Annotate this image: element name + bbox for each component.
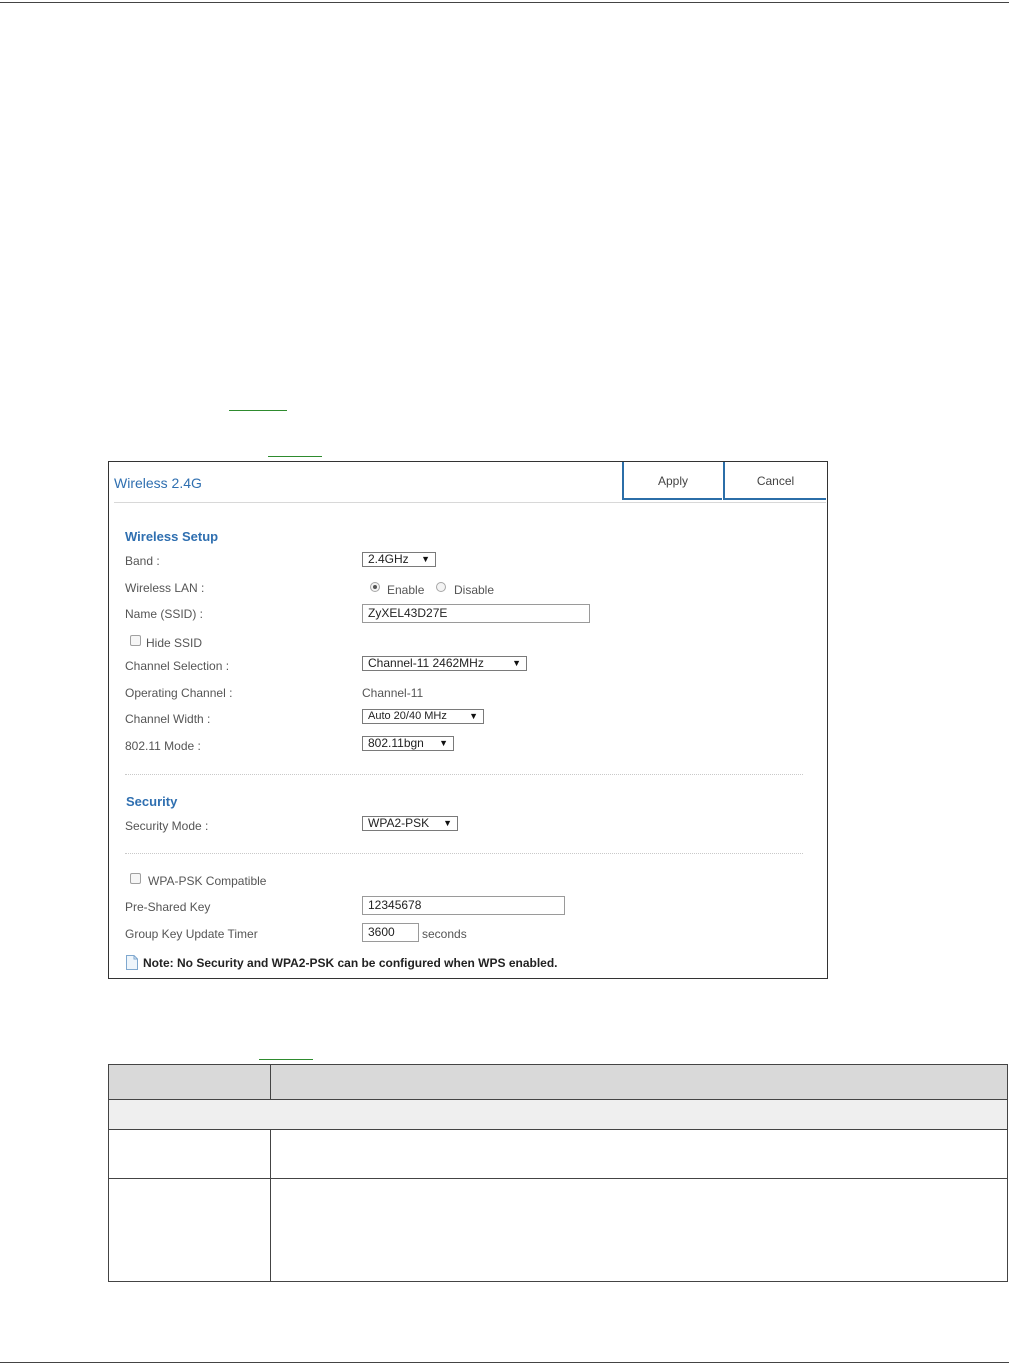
security-heading: Security bbox=[126, 794, 178, 809]
mode-select[interactable]: 802.11bgn ▼ bbox=[362, 736, 454, 751]
table-cell bbox=[108, 1129, 271, 1179]
panel-title: Wireless 2.4G bbox=[114, 475, 202, 491]
mode-label: 802.11 Mode : bbox=[125, 739, 201, 753]
hide-ssid-label: Hide SSID bbox=[146, 636, 203, 650]
band-label: Band : bbox=[125, 554, 160, 568]
channel-width-value: Auto 20/40 MHz bbox=[368, 710, 447, 722]
section-cell bbox=[108, 1099, 1008, 1130]
security-mode-label: Security Mode : bbox=[125, 819, 209, 833]
field-description-table bbox=[108, 1064, 1008, 1282]
table-cell bbox=[108, 1178, 271, 1282]
table-row bbox=[108, 1178, 1008, 1282]
table-header-row bbox=[108, 1064, 1008, 1100]
enable-radio[interactable] bbox=[370, 582, 380, 592]
figure-reference-link[interactable] bbox=[268, 456, 322, 457]
chevron-down-icon: ▼ bbox=[439, 738, 448, 748]
table-cell bbox=[270, 1129, 1008, 1179]
header-cell-label bbox=[108, 1064, 271, 1100]
security-mode-select[interactable]: WPA2-PSK ▼ bbox=[362, 816, 458, 831]
hide-ssid-checkbox[interactable] bbox=[130, 635, 141, 646]
wireless-lan-label: Wireless LAN : bbox=[125, 581, 205, 595]
cancel-button[interactable]: Cancel bbox=[723, 462, 826, 500]
table-row bbox=[108, 1129, 1008, 1179]
operating-channel-label: Operating Channel : bbox=[125, 686, 233, 700]
wps-note: Note: No Security and WPA2-PSK can be co… bbox=[143, 956, 558, 970]
wireless-setup-heading: Wireless Setup bbox=[125, 529, 219, 544]
operating-channel-value: Channel-11 bbox=[362, 686, 424, 700]
chevron-down-icon: ▼ bbox=[421, 554, 430, 564]
channel-selection-value: Channel-11 2462MHz bbox=[368, 656, 484, 670]
ssid-input[interactable]: ZyXEL43D27E bbox=[362, 604, 590, 623]
security-mode-value: WPA2-PSK bbox=[368, 816, 430, 830]
channel-width-label: Channel Width : bbox=[125, 712, 211, 726]
band-value: 2.4GHz bbox=[368, 552, 409, 566]
disable-radio[interactable] bbox=[436, 582, 446, 592]
page-bottom-rule bbox=[0, 1362, 1009, 1363]
header-divider bbox=[114, 502, 826, 503]
chevron-down-icon: ▼ bbox=[443, 818, 452, 828]
cross-reference-link[interactable] bbox=[229, 410, 287, 411]
pre-shared-key-label: Pre-Shared Key bbox=[125, 900, 211, 914]
group-key-timer-input[interactable]: 3600 bbox=[362, 923, 419, 942]
ssid-label: Name (SSID) : bbox=[125, 607, 204, 621]
table-section-row bbox=[108, 1099, 1008, 1130]
disable-radio-label: Disable bbox=[454, 583, 495, 597]
pre-shared-key-input[interactable]: 12345678 bbox=[362, 896, 565, 915]
group-key-timer-label: Group Key Update Timer bbox=[125, 927, 258, 941]
apply-button[interactable]: Apply bbox=[622, 462, 722, 500]
enable-radio-label: Enable bbox=[387, 583, 425, 597]
table-reference-link[interactable] bbox=[259, 1059, 313, 1060]
section-divider bbox=[125, 853, 803, 854]
note-icon bbox=[126, 955, 138, 970]
seconds-unit-label: seconds bbox=[422, 927, 467, 941]
chevron-down-icon: ▼ bbox=[512, 658, 521, 668]
channel-width-select[interactable]: Auto 20/40 MHz ▼ bbox=[362, 709, 484, 724]
mode-value: 802.11bgn bbox=[368, 736, 424, 750]
table-cell bbox=[270, 1178, 1008, 1282]
channel-selection-label: Channel Selection : bbox=[125, 659, 230, 673]
band-select[interactable]: 2.4GHz ▼ bbox=[362, 552, 436, 567]
wpa-psk-compatible-checkbox[interactable] bbox=[130, 873, 141, 884]
channel-selection-select[interactable]: Channel-11 2462MHz ▼ bbox=[362, 656, 527, 671]
wireless-settings-panel: Wireless 2.4G Apply Cancel Wireless Setu… bbox=[108, 461, 828, 979]
chevron-down-icon: ▼ bbox=[469, 711, 478, 721]
page-top-rule bbox=[0, 2, 1009, 3]
section-divider bbox=[125, 774, 803, 775]
wpa-psk-compatible-label: WPA-PSK Compatible bbox=[148, 874, 267, 888]
header-cell-description bbox=[270, 1064, 1008, 1100]
